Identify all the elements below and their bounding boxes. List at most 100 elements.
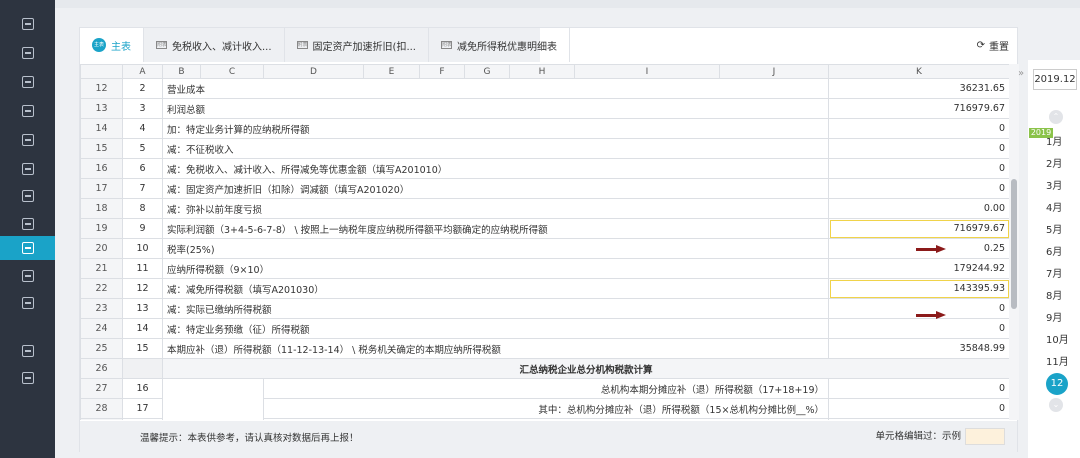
amount-cell[interactable]: 0 xyxy=(828,138,1009,159)
edited-swatch xyxy=(965,428,1005,445)
row-label: 加：特定业务计算的应纳税所得额 xyxy=(162,118,829,139)
column-header[interactable]: G xyxy=(464,64,510,79)
row-number: 20 xyxy=(80,238,123,259)
month-item[interactable]: 9月 xyxy=(1046,309,1062,324)
scroll-up-icon[interactable]: ⌃ xyxy=(1049,110,1063,124)
amount-cell[interactable]: 0 xyxy=(828,158,1009,179)
calendar-icon[interactable] xyxy=(0,128,55,152)
amount-cell[interactable]: 716979.67 xyxy=(828,98,1009,119)
line-number: 16 xyxy=(122,378,163,399)
month-selected[interactable]: 12月 xyxy=(1046,373,1068,411)
table-row: 15 5 减：不征税收入 0 xyxy=(80,138,1009,159)
amount-cell[interactable]: 143395.93 xyxy=(828,278,1009,299)
book-icon[interactable] xyxy=(0,264,55,288)
edited-legend: 单元格编辑过：示例 xyxy=(875,428,1005,445)
amount-cell[interactable]: 35848.99 xyxy=(828,338,1009,359)
collapse-panel-icon[interactable]: » xyxy=(1018,68,1028,79)
vertical-scrollbar[interactable] xyxy=(1009,64,1019,420)
row-number: 22 xyxy=(80,278,123,299)
declare-icon[interactable] xyxy=(0,236,55,260)
print-icon[interactable] xyxy=(0,184,55,208)
row-number: 18 xyxy=(80,198,123,219)
row-number: 17 xyxy=(80,178,123,199)
tax-icon[interactable] xyxy=(0,41,55,65)
month-item[interactable]: 10月 xyxy=(1046,331,1069,346)
link-icon[interactable] xyxy=(0,366,55,390)
line-number: 5 xyxy=(122,138,163,159)
reset-label: 重置 xyxy=(989,42,1009,53)
table-row: 25 15 本期应补（退）所得税额（11-12-13-14） \ 税务机关确定的本期… xyxy=(80,338,1009,359)
tab-label: 免税收入、减计收入... xyxy=(172,41,272,53)
amount-cell[interactable]: 0 xyxy=(828,418,1009,420)
row-number: 14 xyxy=(80,118,123,139)
month-item[interactable]: 1月 xyxy=(1046,133,1062,148)
ledger-icon[interactable] xyxy=(0,99,55,123)
scroll-down-icon[interactable]: ⌄ xyxy=(1049,398,1063,412)
video-icon[interactable] xyxy=(0,339,55,363)
column-header[interactable]: D xyxy=(263,64,364,79)
column-header[interactable]: C xyxy=(200,64,264,79)
amount-cell[interactable]: 0 xyxy=(828,178,1009,199)
table-row: 24 14 减：特定业务预缴（征）所得税额 0 xyxy=(80,318,1009,339)
row-number: 24 xyxy=(80,318,123,339)
row-label: 利润总额 xyxy=(162,98,829,119)
month-item[interactable]: 4月 xyxy=(1046,199,1062,214)
settings-icon[interactable] xyxy=(0,291,55,315)
period-selector[interactable]: 2019.12 xyxy=(1033,69,1077,90)
amount-cell[interactable]: 0.00 xyxy=(828,198,1009,219)
month-item[interactable]: 7月 xyxy=(1046,265,1062,280)
amount-cell[interactable]: 36231.65 xyxy=(828,78,1009,99)
line-number: 9 xyxy=(122,218,163,239)
column-header[interactable]: J xyxy=(719,64,829,79)
corner-cell[interactable] xyxy=(80,64,123,79)
column-header[interactable]: I xyxy=(574,64,720,79)
column-header[interactable]: A xyxy=(122,64,163,79)
month-item[interactable]: 11月 xyxy=(1046,353,1069,368)
month-item[interactable]: 6月 xyxy=(1046,243,1062,258)
data-icon[interactable] xyxy=(0,212,55,236)
line-number: 12 xyxy=(122,278,163,299)
month-item[interactable]: 8月 xyxy=(1046,287,1062,302)
column-header[interactable]: H xyxy=(509,64,575,79)
month-item[interactable]: 2月 xyxy=(1046,155,1062,170)
tab-2[interactable]: 附表 固定资产加速折旧(扣... xyxy=(285,28,429,62)
tab-1[interactable]: 附表 免税收入、减计收入... xyxy=(144,28,285,62)
month-item[interactable]: 5月 xyxy=(1046,221,1062,236)
amount-cell[interactable]: 179244.92 xyxy=(828,258,1009,279)
row-label: 其中：总机构分摊应补（退）所得税额（15×总机构分摊比例__%） xyxy=(263,398,829,419)
line-number: 13 xyxy=(122,298,163,319)
column-header[interactable]: K xyxy=(828,64,1009,79)
sheet-icon: 附表 xyxy=(296,41,308,49)
amount-cell[interactable]: 0 xyxy=(828,318,1009,339)
row-label: 营业成本 xyxy=(162,78,829,99)
tab-0[interactable]: 主表 主表 xyxy=(80,28,144,62)
column-header[interactable]: F xyxy=(419,64,465,79)
invoice-icon[interactable] xyxy=(0,157,55,181)
row-number: 27 xyxy=(80,378,123,399)
row-label: 应纳所得税额（9×10） xyxy=(162,258,829,279)
tab-label: 固定资产加速折旧(扣... xyxy=(312,41,416,53)
amount-cell[interactable]: 0 xyxy=(828,118,1009,139)
scrollbar-thumb[interactable] xyxy=(1011,179,1017,309)
line-number: 17 xyxy=(122,398,163,419)
row-label: 减：弥补以前年度亏损 xyxy=(162,198,829,219)
column-header[interactable]: B xyxy=(162,64,201,79)
column-header[interactable]: E xyxy=(363,64,420,79)
report-icon[interactable] xyxy=(0,12,55,36)
amount-cell[interactable]: 0 xyxy=(828,378,1009,399)
reset-button[interactable]: ⟳ 重置 xyxy=(977,38,1009,53)
sheet-icon: 附表 xyxy=(156,41,168,49)
row-number: 12 xyxy=(80,78,123,99)
table-row: 20 10 税率(25%) 0.25 xyxy=(80,238,1009,259)
month-item[interactable]: 3月 xyxy=(1046,177,1062,192)
blank-cell xyxy=(122,358,163,379)
table-row: 23 13 减：实际已缴纳所得税额 0 xyxy=(80,298,1009,319)
amount-cell[interactable]: 0 xyxy=(828,398,1009,419)
line-number: 8 xyxy=(122,198,163,219)
refresh-icon: ⟳ xyxy=(976,40,985,51)
amount-cell[interactable]: 716979.67 xyxy=(828,218,1009,239)
chart-icon[interactable] xyxy=(0,70,55,94)
edited-legend-label: 单元格编辑过：示例 xyxy=(875,431,961,442)
line-number: 18 xyxy=(122,418,163,420)
tab-3[interactable]: 附表 减免所得税优惠明细表 xyxy=(429,28,570,62)
